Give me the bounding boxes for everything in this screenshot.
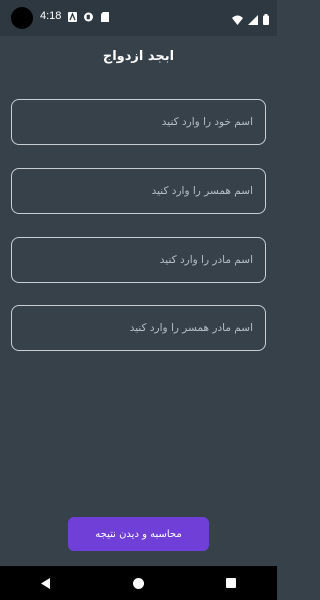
notification-c-icon — [100, 11, 109, 22]
nav-back-button[interactable] — [26, 566, 66, 600]
battery-icon — [263, 10, 269, 29]
home-icon — [132, 577, 144, 589]
recents-icon — [225, 578, 236, 588]
signal-icon — [248, 10, 258, 29]
back-icon — [41, 577, 51, 589]
notification-b-icon — [84, 11, 93, 22]
own-name-input[interactable] — [11, 99, 266, 145]
nav-home-button[interactable] — [118, 566, 158, 600]
mother-name-input[interactable] — [11, 237, 266, 283]
camera-cutout — [11, 7, 33, 29]
notification-a-icon — [68, 11, 77, 22]
status-bar: 4:18 — [0, 0, 277, 36]
app-header: ابجد ازدواج — [0, 36, 277, 76]
page-title: ابجد ازدواج — [102, 48, 175, 64]
nav-recents-button[interactable] — [211, 566, 251, 600]
spouse-name-input[interactable] — [11, 168, 266, 214]
calculate-button[interactable]: محاسبه و دیدن نتیجه — [68, 517, 209, 551]
navigation-bar — [0, 566, 277, 600]
wifi-icon — [232, 10, 243, 29]
status-time: 4:18 — [40, 10, 62, 22]
spouse-mother-name-input[interactable] — [11, 305, 266, 351]
